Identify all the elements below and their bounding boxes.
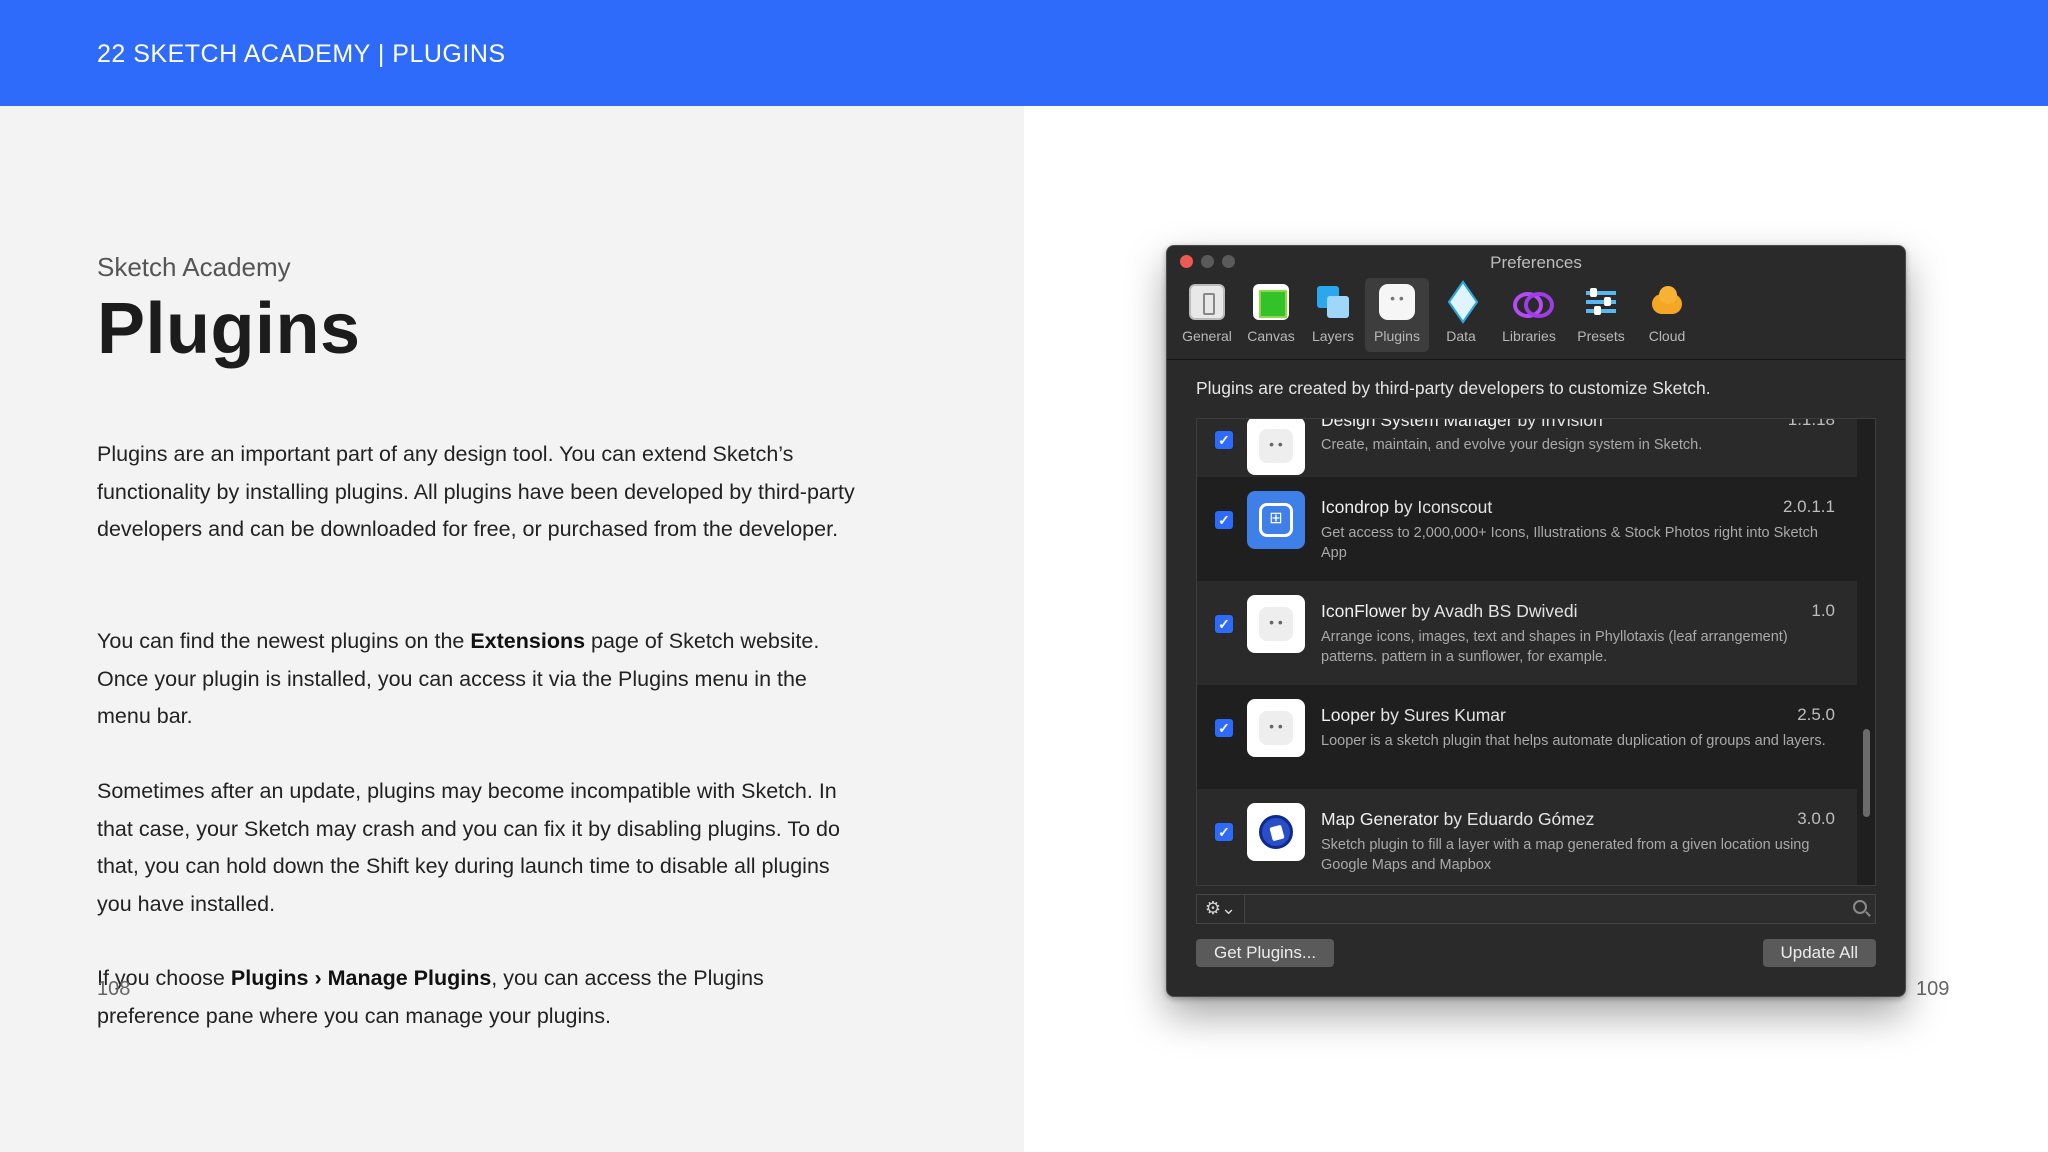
list-footer: ⚙⌄ (1196, 894, 1876, 924)
canvas-icon (1253, 284, 1289, 320)
window-title: Preferences (1490, 253, 1582, 272)
tab-label: Plugins (1374, 328, 1420, 344)
tab-label: Cloud (1648, 328, 1686, 344)
plugin-title: Icondrop (1321, 497, 1390, 517)
header-bar: 22 SKETCH ACADEMY | PLUGINS (0, 0, 2048, 106)
general-icon (1189, 284, 1225, 320)
paragraph-extensions: You can find the newest plugins on the E… (97, 623, 857, 736)
plugin-author: by InVision (1517, 418, 1603, 430)
page-number-left: 108 (97, 978, 131, 1000)
map-pin-icon (1259, 815, 1293, 849)
plugins-intro-text: Plugins are created by third-party devel… (1196, 378, 1711, 398)
page-number-right: 109 (1916, 978, 1950, 1000)
plugin-name: Design System Manager by InVision (1321, 418, 1603, 431)
section-eyebrow: Sketch Academy (97, 252, 291, 282)
plugin-description: Get access to 2,000,000+ Icons, Illustra… (1321, 525, 1818, 561)
plugin-title: Map Generator (1321, 809, 1439, 829)
plugin-name: IconFlower by Avadh BS Dwivedi (1321, 601, 1578, 622)
plugin-enabled-checkbox[interactable]: ✓ (1215, 823, 1233, 841)
presets-icon (1583, 284, 1619, 320)
tab-label: Libraries (1502, 328, 1556, 344)
plugin-description: Looper is a sketch plugin that helps aut… (1321, 733, 1826, 749)
plugin-search-input[interactable] (1245, 895, 1875, 923)
plugin-icon: • • (1247, 699, 1305, 757)
tab-libraries[interactable]: Libraries (1497, 278, 1561, 352)
tab-cloud[interactable]: Cloud (1635, 278, 1699, 352)
plug-icon: • • (1259, 429, 1293, 463)
plugin-author: by Iconscout (1393, 497, 1493, 517)
plugin-version: 3.0.0 (1797, 809, 1835, 828)
plugin-list[interactable]: ✓ • • Design System Manager by InVision … (1196, 418, 1876, 886)
update-all-button[interactable]: Update All (1762, 939, 1876, 967)
plugin-title: IconFlower (1321, 601, 1407, 621)
plugin-icon: • • (1247, 595, 1305, 653)
header-title: 22 SKETCH ACADEMY | PLUGINS (97, 40, 506, 68)
tab-label: General (1182, 328, 1232, 344)
tab-label: Layers (1311, 328, 1355, 344)
plugin-name: Icondrop by Iconscout (1321, 497, 1492, 518)
list-item[interactable]: ✓ • • Design System Manager by InVision … (1197, 418, 1857, 477)
libraries-icon (1511, 284, 1554, 320)
plugin-author: by Sures Kumar (1380, 705, 1506, 725)
extensions-bold: Extensions (470, 629, 586, 653)
list-item[interactable]: ✓ • • IconFlower by Avadh BS Dwivedi 1.0… (1197, 581, 1857, 685)
plugin-author: by Eduardo Gómez (1443, 809, 1595, 829)
tab-layers[interactable]: Layers (1301, 278, 1365, 352)
plugin-version: 1.1.18 (1787, 418, 1835, 429)
search-icon (1853, 900, 1867, 914)
layers-icon (1315, 284, 1351, 320)
plug-icon: • • (1259, 711, 1293, 745)
plugin-icon: • • (1247, 419, 1305, 475)
gear-menu-button[interactable]: ⚙⌄ (1197, 895, 1245, 923)
page-title: Plugins (97, 289, 361, 369)
tab-label: Data (1446, 328, 1476, 344)
plugins-icon (1379, 284, 1415, 320)
plugin-description: Sketch plugin to fill a layer with a map… (1321, 837, 1810, 873)
tab-data[interactable]: Data (1429, 278, 1493, 352)
window-titlebar: Preferences (1167, 246, 1905, 274)
list-item[interactable]: ✓ • • Looper by Sures Kumar 2.5.0 Looper… (1197, 685, 1857, 789)
plugin-enabled-checkbox[interactable]: ✓ (1215, 511, 1233, 529)
icondrop-icon: ⊞ (1259, 503, 1293, 537)
data-icon (1443, 284, 1479, 320)
list-scrollbar[interactable] (1863, 729, 1870, 817)
plugin-name: Looper by Sures Kumar (1321, 705, 1506, 726)
preferences-toolbar: General Canvas Layers Plugins Data Libra… (1167, 276, 1905, 360)
left-page: Sketch Academy Plugins Plugins are an im… (0, 106, 1024, 1152)
get-plugins-button[interactable]: Get Plugins... (1196, 939, 1335, 967)
plugin-version: 2.5.0 (1797, 705, 1835, 724)
paragraph-intro: Plugins are an important part of any des… (97, 442, 855, 541)
plugin-icon (1247, 803, 1305, 861)
text-span: You can find the newest plugins on the (97, 629, 471, 653)
plugin-description: Create, maintain, and evolve your design… (1321, 437, 1703, 453)
cloud-icon (1649, 284, 1685, 320)
plugin-version: 2.0.1.1 (1783, 497, 1835, 516)
tab-plugins[interactable]: Plugins (1365, 278, 1429, 352)
manage-plugins-bold: Plugins › Manage Plugins (230, 966, 492, 990)
plugin-version: 1.0 (1811, 601, 1835, 620)
tab-label: Presets (1577, 328, 1625, 344)
plugin-description: Arrange icons, images, text and shapes i… (1321, 629, 1788, 665)
tab-label: Canvas (1247, 328, 1295, 344)
plugin-enabled-checkbox[interactable]: ✓ (1215, 719, 1233, 737)
plugin-enabled-checkbox[interactable]: ✓ (1215, 615, 1233, 633)
plugin-name: Map Generator by Eduardo Gómez (1321, 809, 1594, 830)
paragraph-manage: If you choose Plugins › Manage Plugins, … (97, 960, 857, 1035)
plugin-title: Design System Manager (1321, 418, 1513, 430)
plug-icon: • • (1259, 607, 1293, 641)
plugin-author: by Avadh BS Dwivedi (1411, 601, 1578, 621)
plugin-title: Looper (1321, 705, 1376, 725)
preferences-window: Preferences General Canvas Layers Plugin… (1166, 245, 1906, 997)
tab-canvas[interactable]: Canvas (1239, 278, 1303, 352)
tab-general[interactable]: General (1175, 278, 1239, 352)
paragraph-crash: Sometimes after an update, plugins may b… (97, 779, 840, 916)
plugin-enabled-checkbox[interactable]: ✓ (1215, 431, 1233, 449)
list-item[interactable]: ✓ Map Generator by Eduardo Gómez 3.0.0 S… (1197, 789, 1857, 885)
tab-presets[interactable]: Presets (1569, 278, 1633, 352)
plugin-icon: ⊞ (1247, 491, 1305, 549)
list-item[interactable]: ✓ ⊞ Icondrop by Iconscout 2.0.1.1 Get ac… (1197, 477, 1857, 581)
